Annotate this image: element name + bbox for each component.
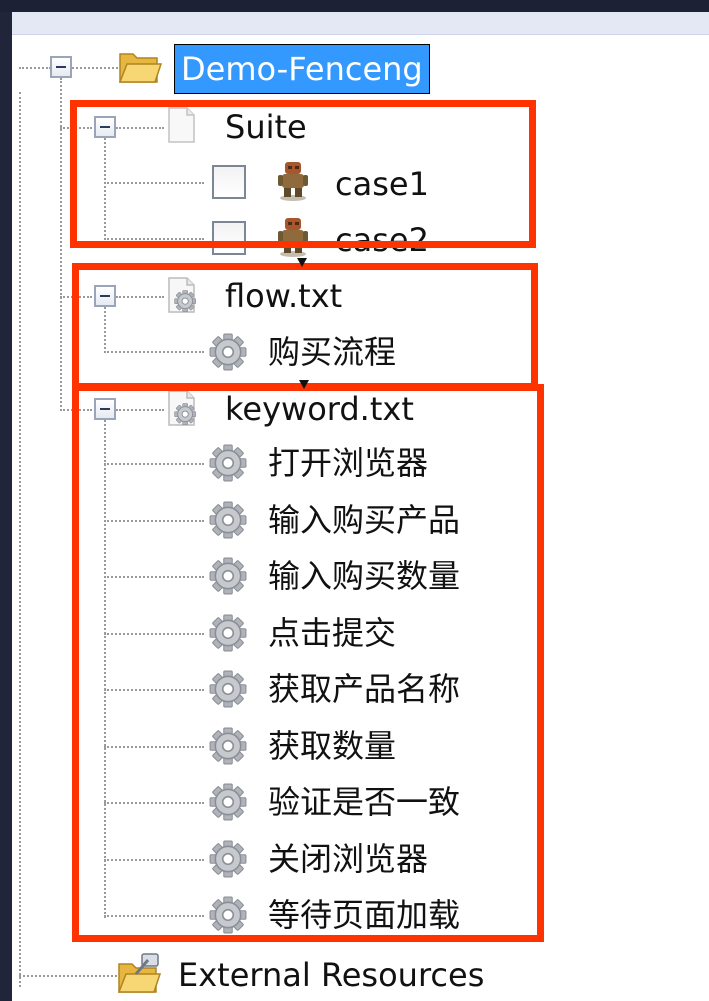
tree-node-external-resources[interactable]: External Resources	[178, 955, 484, 995]
tree-line	[19, 975, 117, 977]
window-frame-top	[0, 0, 709, 12]
highlight-box-suite	[70, 100, 536, 248]
highlight-box-keyword	[72, 384, 544, 942]
tree-line	[72, 67, 118, 69]
folder-open-icon	[117, 48, 163, 90]
highlight-box-flow	[72, 263, 538, 390]
tree-node-root[interactable]: Demo-Fenceng	[174, 44, 430, 94]
panel-header	[12, 12, 709, 35]
arrow-marker	[299, 380, 309, 389]
root-collapse-toggle[interactable]	[50, 56, 72, 78]
tree-line-root	[19, 92, 21, 987]
folder-external-icon	[116, 952, 164, 1000]
tree-panel: Demo-Fenceng Suite case1 case2 flow.txt …	[12, 12, 709, 1001]
arrow-marker	[297, 258, 307, 267]
tree-line	[19, 67, 51, 69]
